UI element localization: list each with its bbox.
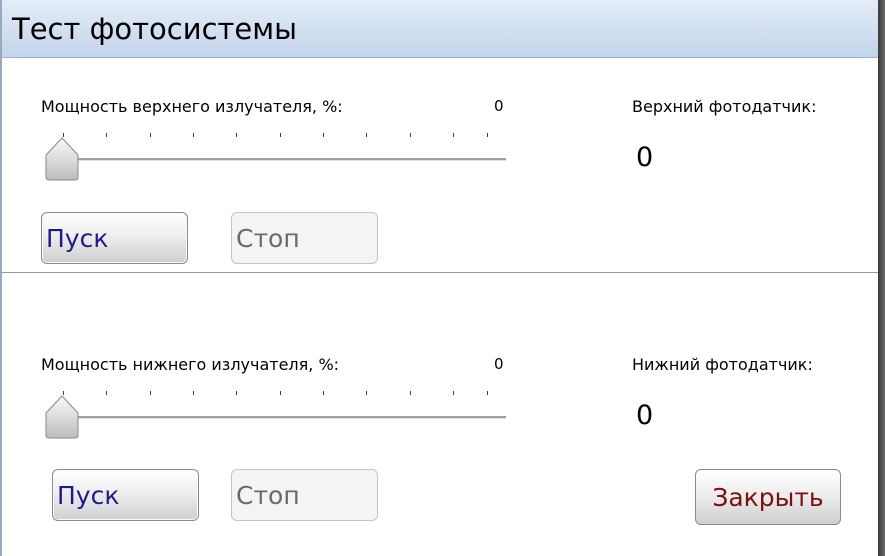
window-right-edge xyxy=(878,0,885,556)
lower-slider-thumb[interactable] xyxy=(45,395,79,439)
lower-sensor-value: 0 xyxy=(636,400,654,431)
lower-slider-track xyxy=(76,416,506,419)
lower-power-slider[interactable] xyxy=(40,391,510,441)
title-bar: Тест фотосистемы xyxy=(2,0,878,58)
window-left-border xyxy=(0,0,2,556)
close-button[interactable]: Закрыть xyxy=(695,469,841,525)
photo-system-test-window: Тест фотосистемы Мощность верхнего излуч… xyxy=(0,0,885,556)
upper-power-value: 0 xyxy=(494,97,504,115)
upper-power-slider[interactable] xyxy=(40,133,510,183)
upper-power-label: Мощность верхнего излучателя, %: xyxy=(41,97,343,116)
lower-sensor-label: Нижний фотодатчик: xyxy=(632,355,813,374)
window-title: Тест фотосистемы xyxy=(12,12,298,46)
upper-slider-track xyxy=(76,158,506,161)
upper-start-button[interactable]: Пуск xyxy=(41,212,188,264)
lower-stop-button[interactable]: Стоп xyxy=(231,469,378,521)
lower-power-value: 0 xyxy=(494,355,504,373)
lower-start-button[interactable]: Пуск xyxy=(52,469,199,521)
upper-slider-thumb[interactable] xyxy=(45,137,79,181)
upper-sensor-label: Верхний фотодатчик: xyxy=(632,97,817,116)
upper-sensor-value: 0 xyxy=(636,142,654,173)
upper-stop-button[interactable]: Стоп xyxy=(231,212,378,264)
section-divider xyxy=(2,272,878,273)
lower-power-label: Мощность нижнего излучателя, %: xyxy=(41,355,340,374)
